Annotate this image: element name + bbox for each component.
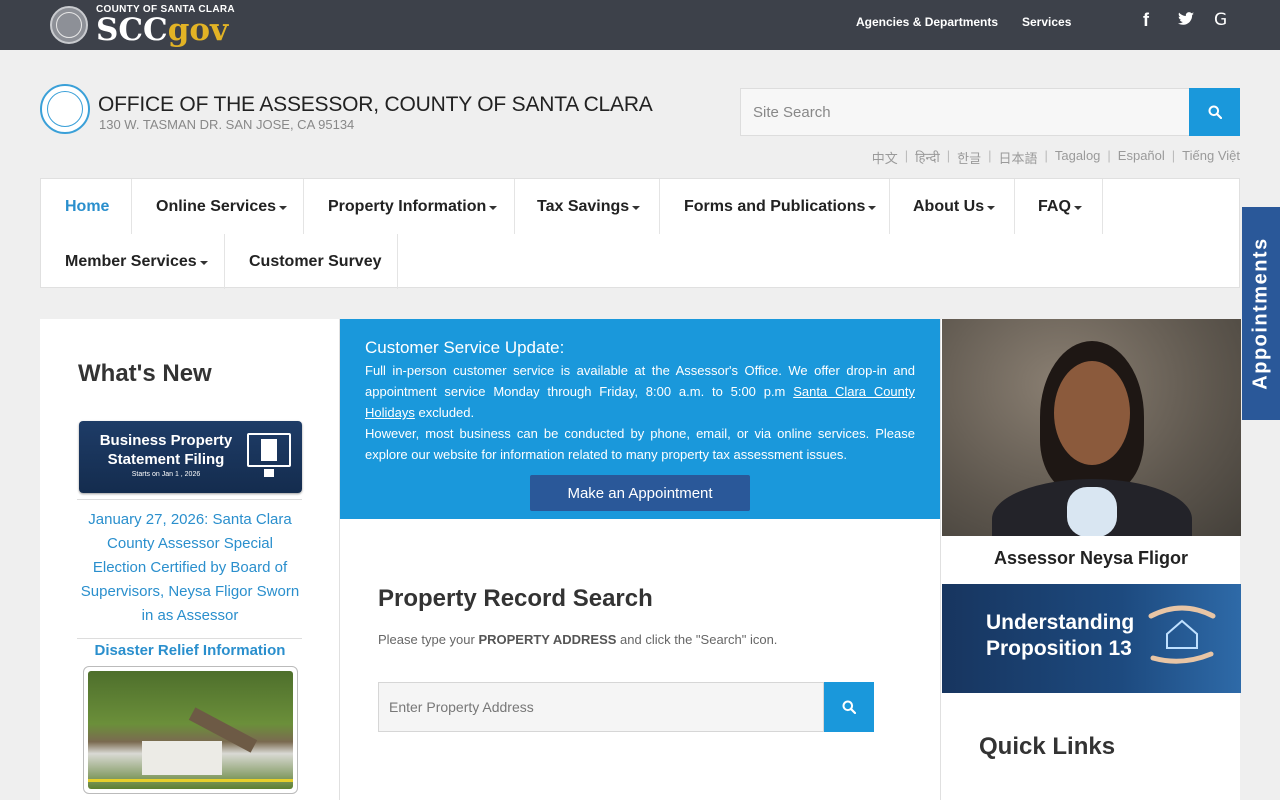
assessor-portrait[interactable] [942,319,1241,536]
assessor-seal-icon[interactable] [40,84,90,134]
brand-logo-text: SCCgov [96,12,229,48]
caret-down-icon [489,205,498,210]
lang-chinese[interactable]: 中文 [872,148,898,167]
google-icon[interactable]: G [1214,10,1227,30]
house-hands-icon [1148,605,1216,664]
caret-down-icon [1073,205,1082,210]
divider [77,499,302,500]
lang-tagalog[interactable]: Tagalog [1055,148,1101,167]
top-nav-services[interactable]: Services [1022,0,1071,44]
twitter-icon[interactable] [1178,12,1194,30]
nav-faq[interactable]: FAQ [1015,179,1103,234]
caret-down-icon [279,205,288,210]
nav-customer-survey[interactable]: Customer Survey [225,234,398,289]
property-search-button[interactable] [824,682,874,732]
property-address-input[interactable] [378,682,824,732]
nav-about-us[interactable]: About Us [890,179,1015,234]
office-title[interactable]: OFFICE OF THE ASSESSOR, COUNTY OF SANTA … [98,93,653,117]
appointments-side-tab[interactable]: Appointments [1242,207,1280,420]
county-seal-icon [50,6,88,44]
quick-links-heading: Quick Links [979,733,1116,760]
caret-down-icon [987,205,996,210]
assessor-name[interactable]: Assessor Neysa Fligor [941,548,1241,569]
top-nav-agencies[interactable]: Agencies & Departments [856,0,998,44]
main-nav: Home Online Services Property Informatio… [40,178,1240,289]
property-search-title: Property Record Search [378,585,653,612]
caret-down-icon [632,205,641,210]
office-address: 130 W. TASMAN DR. SAN JOSE, CA 95134 [99,117,355,132]
top-bar: COUNTY OF SANTA CLARA SCCgov Agencies & … [0,0,1280,50]
lang-japanese[interactable]: 日本語 [998,148,1037,167]
property-search-section: Property Record Search Please type your … [340,519,940,800]
nav-tax-savings[interactable]: Tax Savings [515,179,660,234]
property-search-desc: Please type your PROPERTY ADDRESS and cl… [378,632,778,647]
lang-hindi[interactable]: हिन्दी [915,148,940,167]
divider [77,638,302,639]
customer-service-update: Customer Service Update: Full in-person … [340,319,940,519]
proposition-13-banner[interactable]: Understanding Proposition 13 [942,584,1241,693]
whats-new-heading: What's New [78,360,212,387]
disaster-relief-link[interactable]: Disaster Relief Information [80,642,300,659]
news-link[interactable]: January 27, 2026: Santa Clara County Ass… [80,508,300,628]
monitor-stand [264,469,274,477]
nav-home[interactable]: Home [41,179,132,234]
lang-spanish[interactable]: Español [1118,148,1165,167]
whats-new-column: What's New Business Property Statement F… [40,319,340,800]
business-property-banner[interactable]: Business Property Statement Filing Start… [79,421,302,493]
search-icon [842,700,856,714]
search-icon [1208,105,1222,119]
right-column: Assessor Neysa Fligor Understanding Propo… [940,319,1241,800]
nav-member-services[interactable]: Member Services [41,234,225,289]
cs-body: Full in-person customer service is avail… [365,363,916,462]
caret-down-icon [199,260,208,265]
lang-korean[interactable]: 한글 [957,148,981,167]
nav-property-information[interactable]: Property Information [304,179,515,234]
language-selector: 中文 | हिन्दी | 한글 | 日本語 | Tagalog | Español | T… [871,148,1240,167]
nav-forms-publications[interactable]: Forms and Publications [660,179,890,234]
sccgov-logo[interactable]: COUNTY OF SANTA CLARA SCCgov [50,4,235,46]
banner-title: Business Property Statement Filing [99,432,233,468]
cs-title: Customer Service Update: [365,338,565,357]
caret-down-icon [868,205,877,210]
banner-subtitle: Starts on Jan 1 , 2026 [131,471,201,478]
site-search-input[interactable] [740,88,1190,136]
lang-vietnamese[interactable]: Tiếng Việt [1182,148,1240,167]
monitor-document-icon [247,433,291,467]
nav-online-services[interactable]: Online Services [132,179,304,234]
facebook-icon[interactable]: f [1143,10,1149,31]
make-appointment-button[interactable]: Make an Appointment [530,475,750,511]
disaster-relief-image[interactable] [83,666,298,794]
site-search-button[interactable] [1189,88,1240,136]
